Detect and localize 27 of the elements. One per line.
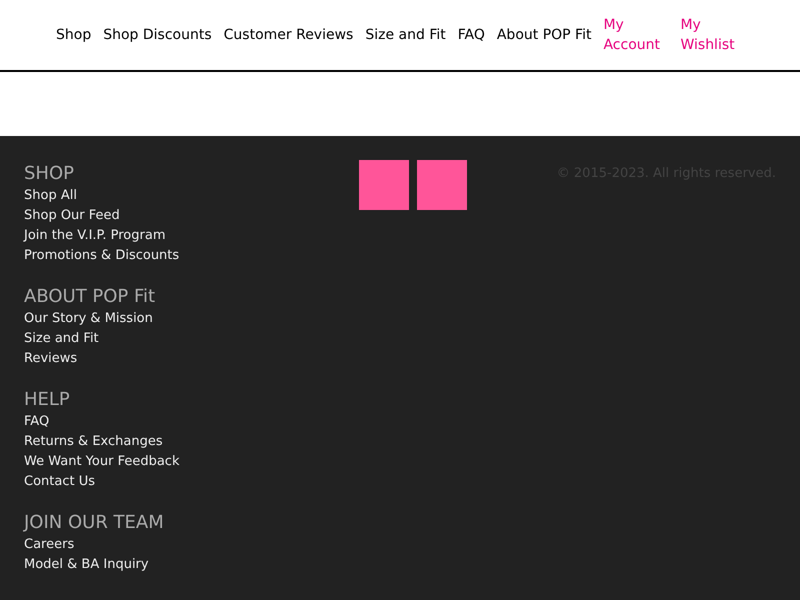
- footer-link[interactable]: Shop All: [24, 186, 77, 206]
- footer-link[interactable]: Shop Our Feed: [24, 206, 120, 226]
- footer-link[interactable]: Contact Us: [24, 472, 95, 492]
- nav-link[interactable]: FAQ: [458, 24, 485, 46]
- section-heading: ABOUT POP Fit: [24, 285, 156, 309]
- footer-link[interactable]: Model & BA Inquiry: [24, 555, 149, 575]
- footer-link[interactable]: Join the V.I.P. Program: [24, 226, 166, 246]
- footer-link[interactable]: Reviews: [24, 349, 78, 369]
- footer-link[interactable]: Promotions & Discounts: [24, 246, 180, 266]
- section-heading: HELP: [24, 388, 71, 412]
- section-heading: JOIN OUR TEAM: [24, 511, 165, 535]
- footer-link[interactable]: Careers: [24, 535, 74, 555]
- nav-link[interactable]: Shop Discounts: [103, 24, 212, 46]
- footer-link[interactable]: Size and Fit: [24, 329, 99, 349]
- social-link[interactable]: [359, 160, 409, 210]
- nav-link[interactable]: Size and Fit: [365, 24, 446, 46]
- nav-link[interactable]: About POP Fit: [496, 24, 592, 46]
- nav-link[interactable]: Customer Reviews: [224, 24, 354, 46]
- nav-link[interactable]: Shop: [56, 24, 92, 46]
- account-link[interactable]: My Account: [603, 15, 680, 55]
- footer-link[interactable]: Our Story & Mission: [24, 309, 153, 329]
- footer-link[interactable]: We Want Your Feedback: [24, 452, 180, 472]
- section-heading: SHOP: [24, 162, 75, 186]
- footer-link[interactable]: FAQ: [24, 412, 50, 432]
- account-link[interactable]: My Wishlist: [680, 15, 758, 55]
- social-link[interactable]: [417, 160, 467, 210]
- footer-link[interactable]: Returns & Exchanges: [24, 432, 163, 452]
